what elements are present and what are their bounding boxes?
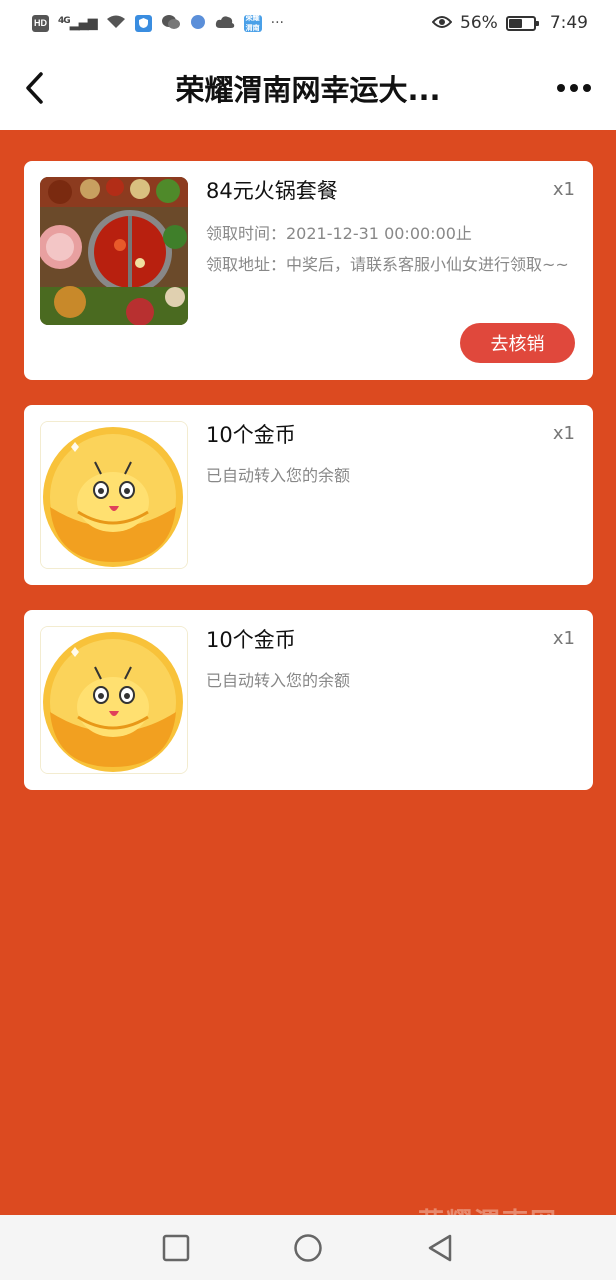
- home-button[interactable]: [291, 1231, 325, 1265]
- status-right: 56% 7:49: [431, 13, 588, 34]
- battery-fill: [508, 18, 523, 28]
- triangle-back-icon: [428, 1234, 452, 1262]
- more-notifications-indicator: ···: [270, 15, 285, 31]
- network-label: 4G: [58, 15, 71, 26]
- more-dot-icon: [570, 84, 578, 92]
- status-bar: HD 4G▂▄▆ 荣耀渭南 ··· 56% 7:49: [0, 0, 616, 46]
- nav-bar: 荣耀渭南网幸运大...: [0, 46, 616, 130]
- shield-icon: [134, 14, 152, 32]
- redeem-button[interactable]: 去核销: [460, 323, 575, 363]
- prize-name: 84元火锅套餐: [206, 179, 338, 203]
- recent-apps-button[interactable]: [159, 1231, 193, 1265]
- system-nav-bar: [0, 1215, 616, 1280]
- claim-time: 领取时间：2021-12-31 00:00:00止: [206, 224, 472, 243]
- status-left: HD 4G▂▄▆ 荣耀渭南 ···: [32, 14, 284, 33]
- wechat-icon: [161, 14, 181, 33]
- prize-card: 84元火锅套餐 x1 领取时间：2021-12-31 00:00:00止 领取地…: [24, 161, 593, 380]
- gold-coin-image: [40, 626, 188, 774]
- circle-icon: [294, 1234, 322, 1262]
- hd-icon: HD: [32, 14, 49, 32]
- square-icon: [162, 1234, 190, 1262]
- cloud-icon: [215, 15, 235, 32]
- app-badge-icon: 荣耀渭南: [243, 14, 262, 32]
- prize-card: 10个金币 x1 已自动转入您的余额: [24, 405, 593, 585]
- more-options-button[interactable]: [552, 72, 596, 104]
- prize-quantity: x1: [552, 423, 575, 444]
- battery-icon: [505, 15, 539, 31]
- more-dot-icon: [583, 84, 591, 92]
- chevron-left-icon: [26, 72, 43, 104]
- page-title: 荣耀渭南网幸运大...: [175, 73, 441, 107]
- prize-card: 10个金币 x1 已自动转入您的余额: [24, 610, 593, 790]
- hotpot-image: [40, 177, 188, 325]
- wifi-icon: [106, 14, 126, 33]
- prize-quantity: x1: [552, 179, 575, 200]
- clock: 7:49: [549, 13, 588, 33]
- more-dot-icon: [557, 84, 565, 92]
- battery-percent: 56%: [460, 13, 498, 33]
- claim-address: 领取地址：中奖后，请联系客服小仙女进行领取~~: [206, 255, 569, 274]
- prize-name: 10个金币: [206, 423, 296, 447]
- system-back-button[interactable]: [423, 1231, 457, 1265]
- prize-name: 10个金币: [206, 628, 296, 652]
- gold-coin-image: [40, 421, 188, 569]
- prize-quantity: x1: [552, 628, 575, 649]
- eye-icon: [431, 13, 453, 34]
- browser-icon: [190, 14, 206, 33]
- prize-note: 已自动转入您的余额: [206, 671, 351, 690]
- signal-icon: 4G▂▄▆: [58, 15, 98, 31]
- back-button[interactable]: [14, 66, 54, 110]
- prize-note: 已自动转入您的余额: [206, 466, 351, 485]
